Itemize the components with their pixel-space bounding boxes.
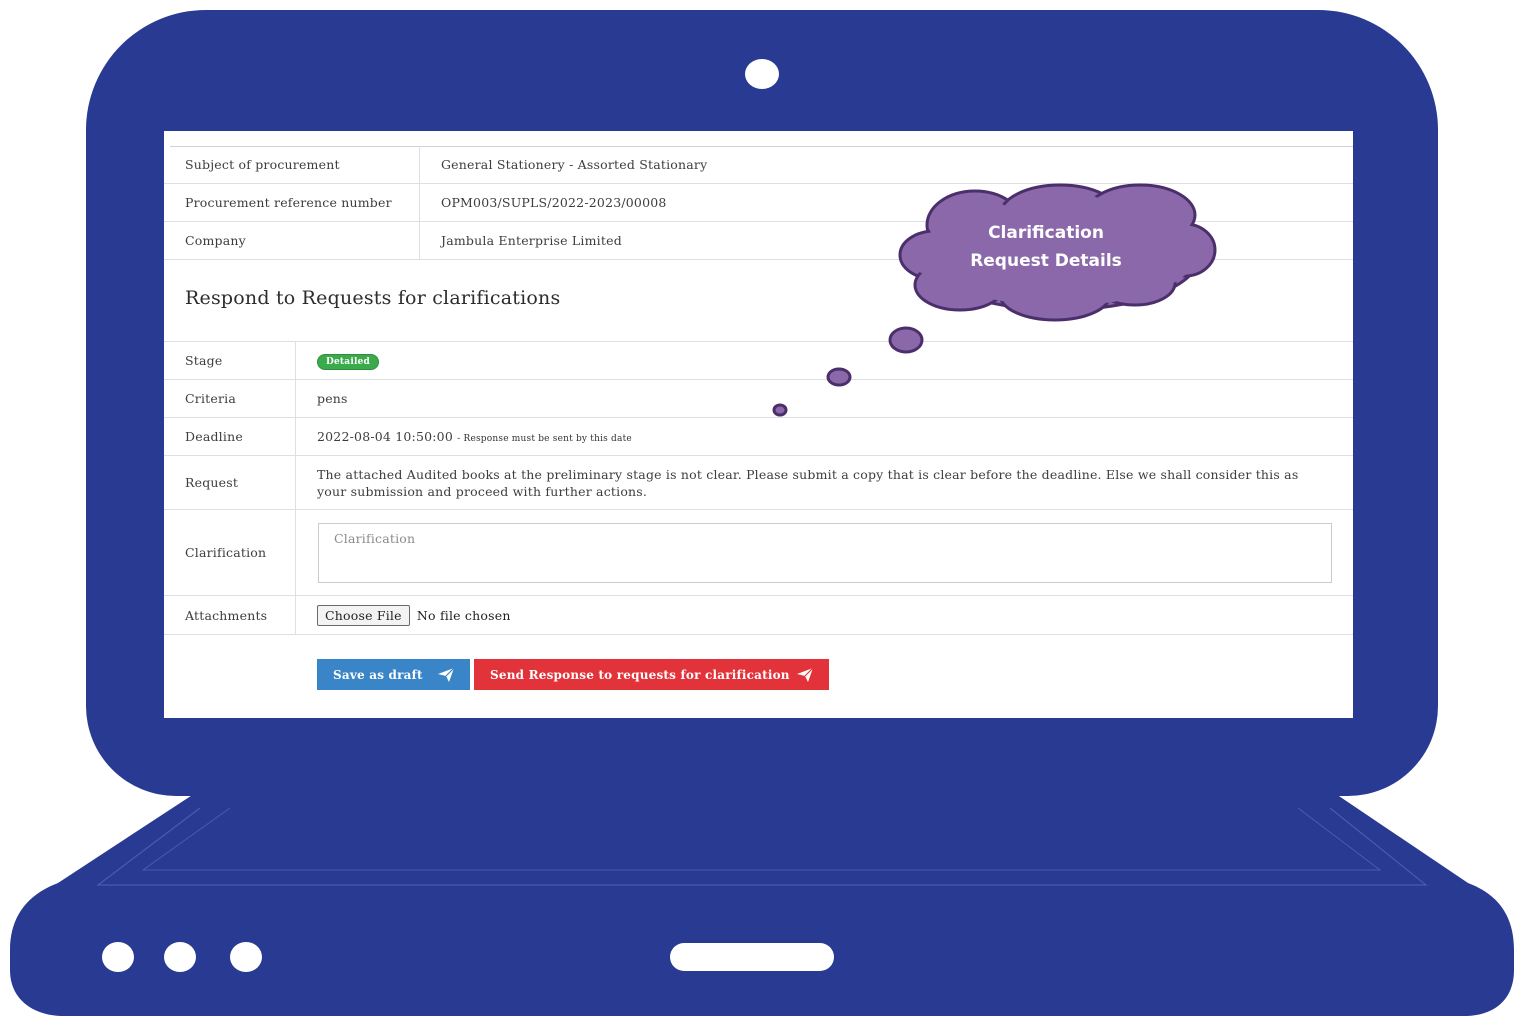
callout-line1: Clarification xyxy=(988,223,1104,243)
thought-cloud xyxy=(772,183,1217,417)
laptop-illustration: Subject of procurement General Stationer… xyxy=(0,0,1528,1016)
callout-line2: Request Details xyxy=(970,251,1122,271)
callout-text: Clarification Request Details xyxy=(948,219,1144,275)
